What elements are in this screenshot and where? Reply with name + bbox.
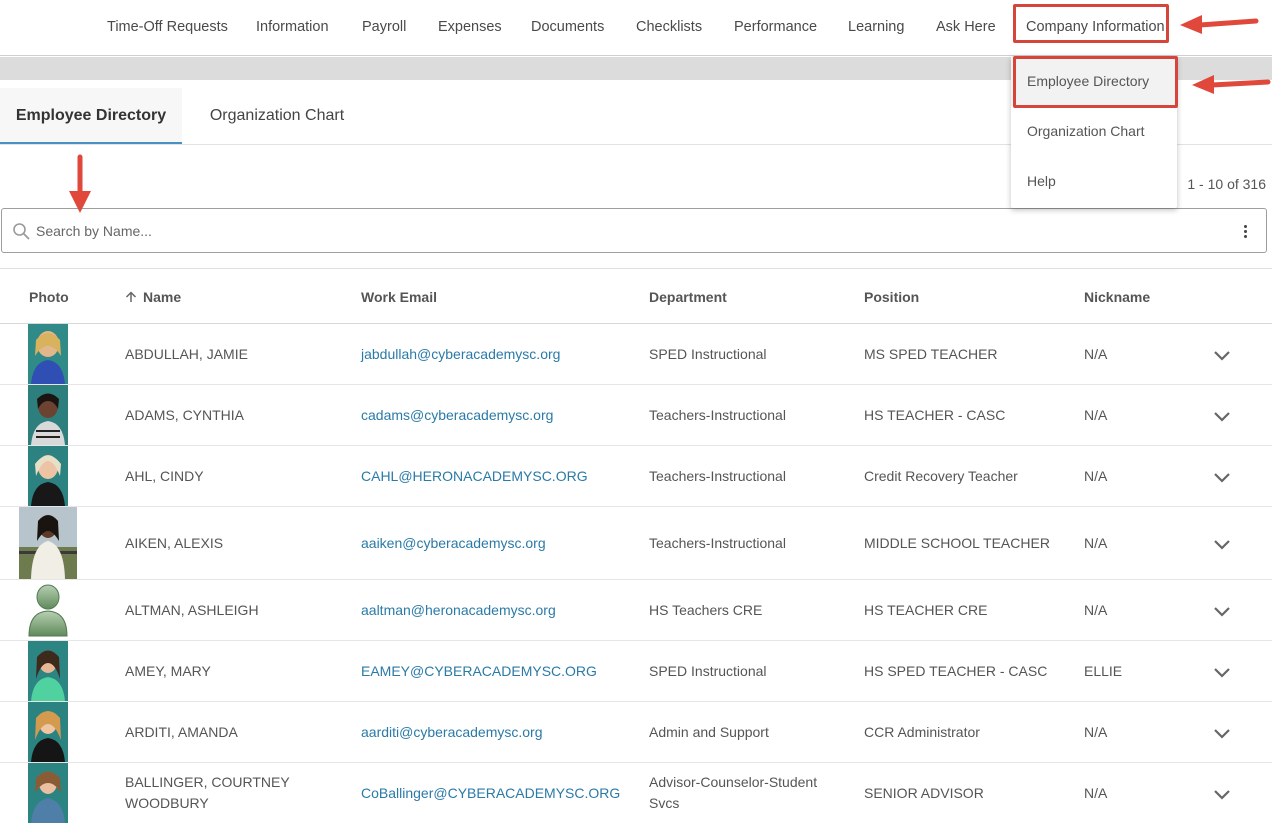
employee-photo bbox=[28, 641, 68, 701]
employee-photo bbox=[28, 763, 68, 823]
employee-name: ARDITI, AMANDA bbox=[125, 724, 238, 740]
employee-name: ABDULLAH, JAMIE bbox=[125, 346, 248, 362]
employee-name: AHL, CINDY bbox=[125, 468, 204, 484]
default-avatar-icon bbox=[28, 584, 68, 637]
employee-email-link[interactable]: jabdullah@cyberacademysc.org bbox=[361, 344, 560, 365]
expand-chevron-icon[interactable] bbox=[1212, 666, 1232, 680]
header-work-email: Work Email bbox=[361, 289, 437, 305]
employee-photo bbox=[19, 507, 77, 579]
employee-department: Teachers-Instructional bbox=[649, 407, 786, 423]
employee-photo bbox=[28, 446, 68, 506]
search-icon bbox=[13, 223, 30, 240]
table-header: Photo Name Work Email Department Positio… bbox=[0, 268, 1272, 324]
nav-learning[interactable]: Learning bbox=[848, 0, 904, 54]
employee-department: SPED Instructional bbox=[649, 663, 767, 679]
employee-department: HS Teachers CRE bbox=[649, 602, 763, 618]
header-nickname: Nickname bbox=[1084, 289, 1151, 305]
table-row[interactable]: AIKEN, ALEXIS aaiken@cyberacademysc.org … bbox=[0, 507, 1272, 580]
employee-nickname: N/A bbox=[1084, 785, 1108, 801]
employee-nickname: N/A bbox=[1084, 468, 1108, 484]
employee-department: Admin and Support bbox=[649, 724, 769, 740]
nav-checklists[interactable]: Checklists bbox=[636, 0, 702, 54]
employee-position: MIDDLE SCHOOL TEACHER bbox=[864, 535, 1050, 551]
header-position: Position bbox=[864, 289, 920, 305]
nav-performance[interactable]: Performance bbox=[734, 0, 817, 54]
employee-name: ADAMS, CYNTHIA bbox=[125, 407, 245, 423]
expand-chevron-icon[interactable] bbox=[1212, 471, 1232, 485]
employee-position: SENIOR ADVISOR bbox=[864, 785, 984, 801]
search-bar bbox=[1, 208, 1267, 253]
employee-email-link[interactable]: CoBallinger@CYBERACADEMYSC.ORG bbox=[361, 783, 620, 804]
expand-chevron-icon[interactable] bbox=[1212, 410, 1232, 424]
employee-nickname: N/A bbox=[1084, 407, 1108, 423]
employee-email-link[interactable]: aaiken@cyberacademysc.org bbox=[361, 533, 546, 554]
employee-photo bbox=[28, 702, 68, 762]
employee-department: Teachers-Instructional bbox=[649, 468, 786, 484]
more-options-icon[interactable] bbox=[1240, 223, 1250, 241]
employee-email-link[interactable]: aarditi@cyberacademysc.org bbox=[361, 722, 543, 743]
expand-chevron-icon[interactable] bbox=[1212, 605, 1232, 619]
header-department: Department bbox=[649, 289, 727, 305]
nav-documents[interactable]: Documents bbox=[531, 0, 604, 54]
sort-ascending-icon bbox=[125, 291, 137, 302]
company-information-menu: Employee Directory Organization Chart He… bbox=[1011, 56, 1177, 208]
table-row[interactable]: ALTMAN, ASHLEIGH aaltman@heronacademysc.… bbox=[0, 580, 1272, 641]
nav-ask-here[interactable]: Ask Here bbox=[936, 0, 996, 54]
employee-position: HS TEACHER - CASC bbox=[864, 407, 1006, 423]
employee-department: SPED Instructional bbox=[649, 346, 767, 362]
employee-photo bbox=[28, 385, 68, 445]
pagination-summary: 1 - 10 of 316 bbox=[1187, 176, 1266, 192]
table-row[interactable]: ADAMS, CYNTHIA cadams@cyberacademysc.org… bbox=[0, 385, 1272, 446]
employee-position: CCR Administrator bbox=[864, 724, 980, 740]
employee-nickname: N/A bbox=[1084, 346, 1108, 362]
menu-item-organization-chart[interactable]: Organization Chart bbox=[1011, 106, 1177, 156]
employee-nickname: N/A bbox=[1084, 724, 1108, 740]
table-row[interactable]: BALLINGER, COURTNEY WOODBURY CoBallinger… bbox=[0, 763, 1272, 823]
header-name[interactable]: Name bbox=[125, 269, 181, 325]
employee-position: HS SPED TEACHER - CASC bbox=[864, 663, 1048, 679]
employee-name: ALTMAN, ASHLEIGH bbox=[125, 602, 259, 618]
menu-item-employee-directory[interactable]: Employee Directory bbox=[1011, 56, 1177, 106]
table-row[interactable]: AMEY, MARY EAMEY@CYBERACADEMYSC.ORG SPED… bbox=[0, 641, 1272, 702]
employee-email-link[interactable]: CAHL@HERONACADEMYSC.ORG bbox=[361, 466, 588, 487]
tab-organization-chart[interactable]: Organization Chart bbox=[192, 88, 362, 144]
table-row[interactable]: ARDITI, AMANDA aarditi@cyberacademysc.or… bbox=[0, 702, 1272, 763]
employee-department: Advisor-Counselor-Student Svcs bbox=[649, 774, 818, 811]
nav-time-off-requests[interactable]: Time-Off Requests bbox=[107, 0, 228, 54]
employee-position: MS SPED TEACHER bbox=[864, 346, 998, 362]
annotation-arrow-icon bbox=[69, 154, 91, 213]
expand-chevron-icon[interactable] bbox=[1212, 538, 1232, 552]
nav-payroll[interactable]: Payroll bbox=[362, 0, 406, 54]
employee-nickname: N/A bbox=[1084, 602, 1108, 618]
header-name-label: Name bbox=[143, 289, 182, 305]
table-row[interactable]: ABDULLAH, JAMIE jabdullah@cyberacademysc… bbox=[0, 324, 1272, 385]
employee-photo bbox=[28, 324, 68, 384]
header-photo: Photo bbox=[29, 289, 69, 305]
search-input[interactable] bbox=[36, 219, 1216, 243]
nav-information[interactable]: Information bbox=[256, 0, 329, 54]
employee-photo bbox=[26, 582, 70, 638]
employee-nickname: N/A bbox=[1084, 535, 1108, 551]
employee-position: HS TEACHER CRE bbox=[864, 602, 988, 618]
employee-name: BALLINGER, COURTNEY WOODBURY bbox=[125, 774, 290, 811]
employee-name: AIKEN, ALEXIS bbox=[125, 535, 224, 551]
employee-email-link[interactable]: cadams@cyberacademysc.org bbox=[361, 405, 553, 426]
top-nav: Time-Off Requests Information Payroll Ex… bbox=[0, 0, 1272, 56]
menu-item-help[interactable]: Help bbox=[1011, 156, 1177, 206]
employee-name: AMEY, MARY bbox=[125, 663, 211, 679]
expand-chevron-icon[interactable] bbox=[1212, 727, 1232, 741]
employee-email-link[interactable]: EAMEY@CYBERACADEMYSC.ORG bbox=[361, 661, 597, 682]
employee-nickname: ELLIE bbox=[1084, 663, 1123, 679]
nav-company-information[interactable]: Company Information bbox=[1026, 0, 1165, 54]
expand-chevron-icon[interactable] bbox=[1212, 788, 1232, 802]
nav-expenses[interactable]: Expenses bbox=[438, 0, 502, 54]
employee-email-link[interactable]: aaltman@heronacademysc.org bbox=[361, 600, 556, 621]
employee-position: Credit Recovery Teacher bbox=[864, 468, 1018, 484]
expand-chevron-icon[interactable] bbox=[1212, 349, 1232, 363]
employee-department: Teachers-Instructional bbox=[649, 535, 786, 551]
table-row[interactable]: AHL, CINDY CAHL@HERONACADEMYSC.ORG Teach… bbox=[0, 446, 1272, 507]
tab-employee-directory[interactable]: Employee Directory bbox=[0, 88, 182, 144]
